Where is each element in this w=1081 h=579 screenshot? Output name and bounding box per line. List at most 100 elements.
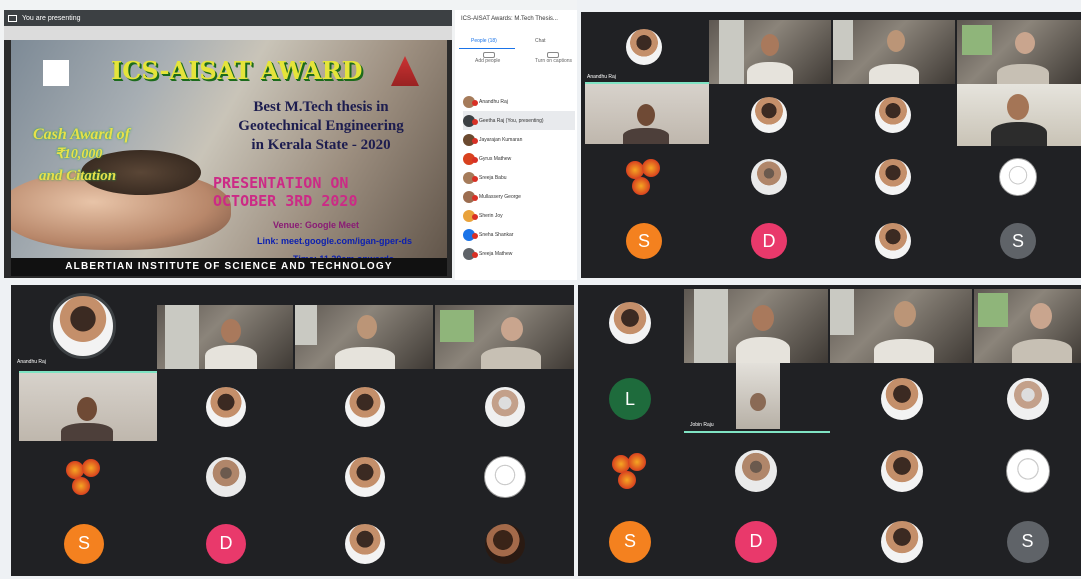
meeting-title: ICS-AISAT Awards: M.Tech Thesis... — [461, 16, 558, 22]
shared-window: ICS-AISAT AWARD Best M.Tech thesis in Ge… — [4, 26, 452, 278]
add-people-button[interactable]: Add people — [475, 58, 500, 64]
participant-tile[interactable] — [831, 84, 955, 146]
mic-off-icon — [472, 252, 478, 258]
participant-tile[interactable]: S — [581, 208, 707, 274]
avatar — [484, 523, 525, 564]
slide-title: ICS-AISAT AWARD — [111, 56, 363, 85]
tab-people[interactable]: People (18) — [471, 38, 497, 44]
participant-tile[interactable]: S — [578, 507, 682, 576]
avatar-letter: L — [609, 378, 651, 420]
present-screen-icon — [8, 14, 17, 22]
video-tile[interactable] — [709, 20, 831, 84]
meet-grid-2: Anandhu Raj S D S — [581, 12, 1081, 278]
participant-tile[interactable] — [974, 435, 1081, 507]
participant-tile[interactable] — [578, 435, 682, 507]
participant-row[interactable]: Sneha Shankar — [463, 225, 575, 244]
avatar — [345, 457, 385, 497]
participant-tile[interactable] — [295, 443, 435, 511]
participant-tile[interactable] — [157, 371, 295, 443]
tab-chat[interactable]: Chat — [535, 38, 546, 44]
avatar — [751, 97, 787, 133]
slide-subtitle: Best M.Tech thesis in Geotechnical Engin… — [238, 99, 404, 153]
participant-tile[interactable] — [295, 371, 435, 443]
participant-tile[interactable]: S — [974, 507, 1081, 576]
participant-row[interactable]: Sherin Joy — [463, 206, 575, 225]
participant-tile[interactable] — [684, 435, 828, 507]
participant-row[interactable]: Jayarajan Kumaran — [463, 130, 575, 149]
avatar — [50, 293, 116, 359]
avatar — [1006, 378, 1049, 420]
participant-tile[interactable] — [435, 371, 574, 443]
presenting-bar: You are presenting — [4, 10, 452, 26]
avatar — [881, 520, 923, 563]
avatar — [609, 302, 651, 344]
avatar — [875, 223, 911, 259]
institute-banner: ALBERTIAN INSTITUTE OF SCIENCE AND TECHN… — [11, 258, 447, 276]
mic-off-icon — [472, 157, 478, 163]
participant-tile[interactable] — [830, 363, 974, 435]
avatar-letter: D — [751, 223, 787, 259]
participant-row[interactable]: Gyrus Mathew — [463, 149, 575, 168]
video-tile[interactable] — [833, 20, 955, 84]
participant-tile[interactable]: S — [955, 208, 1081, 274]
avatar — [875, 159, 911, 195]
video-tile[interactable] — [830, 289, 972, 363]
video-tile[interactable] — [435, 305, 574, 369]
participant-tile[interactable] — [435, 443, 574, 511]
participant-tile[interactable]: S — [11, 511, 157, 576]
participant-tile[interactable] — [578, 285, 682, 361]
people-panel: ICS-AISAT Awards: M.Tech Thesis... Peopl… — [455, 10, 577, 280]
participant-tile[interactable]: L — [578, 363, 682, 435]
video-tile[interactable] — [974, 289, 1081, 363]
participant-tile[interactable]: D — [157, 511, 295, 576]
video-tile[interactable] — [684, 289, 828, 363]
participant-tile[interactable]: Anandhu Raj — [11, 285, 155, 367]
participant-tile[interactable] — [581, 146, 707, 208]
participant-tile[interactable] — [707, 84, 831, 146]
venue: Venue: Google Meet — [273, 220, 360, 230]
video-tile[interactable] — [19, 373, 157, 441]
participant-row[interactable]: Anandhu Raj — [463, 92, 575, 111]
participant-row[interactable]: Mullassery George — [463, 187, 575, 206]
presentation-date: PRESENTATION ON OCTOBER 3RD 2020 — [213, 174, 358, 210]
roses-avatar — [64, 457, 104, 497]
presenting-screen: You are presenting ICS-AISAT AWARD Best … — [0, 0, 577, 280]
window-titlebar — [4, 26, 452, 40]
speaking-indicator — [684, 431, 830, 433]
video-tile[interactable] — [736, 363, 780, 429]
participant-tile[interactable] — [974, 363, 1081, 435]
participant-tile[interactable] — [157, 443, 295, 511]
participant-tile[interactable] — [830, 507, 974, 576]
avatar — [881, 378, 923, 420]
participant-tile[interactable] — [11, 443, 157, 511]
ics-logo — [43, 60, 69, 86]
participant-tile[interactable] — [295, 511, 435, 576]
video-tile[interactable] — [957, 84, 1081, 146]
video-tile[interactable] — [957, 20, 1081, 84]
participant-row[interactable]: Sreeja Babu — [463, 168, 575, 187]
participant-tile[interactable] — [435, 511, 574, 576]
avatar — [484, 387, 525, 427]
participant-tile[interactable] — [830, 435, 974, 507]
participant-tile[interactable] — [831, 208, 955, 274]
participant-tile[interactable] — [955, 146, 1081, 208]
avatar-letter: D — [206, 523, 246, 564]
mic-off-icon — [472, 214, 478, 220]
avatar — [881, 450, 923, 492]
participant-tile[interactable] — [831, 146, 955, 208]
participant-tile[interactable] — [707, 146, 831, 208]
captions-button[interactable]: Turn on captions — [535, 58, 572, 64]
mic-off-icon — [472, 100, 478, 106]
avatar — [999, 158, 1037, 196]
participant-row[interactable]: Geetha Raj (You, presenting) — [463, 111, 575, 130]
video-tile[interactable] — [295, 305, 433, 369]
video-tile[interactable] — [157, 305, 293, 369]
participant-tile[interactable]: Anandhu Raj — [581, 12, 707, 82]
avatar-letter: D — [735, 520, 777, 563]
video-tile[interactable] — [585, 84, 709, 144]
participant-tile[interactable]: D — [684, 507, 828, 576]
cash-line-1: Cash Award of — [33, 126, 130, 143]
roses-avatar — [624, 157, 664, 197]
participant-tile[interactable]: D — [707, 208, 831, 274]
participant-row[interactable]: Sreeja Mathew — [463, 244, 575, 263]
